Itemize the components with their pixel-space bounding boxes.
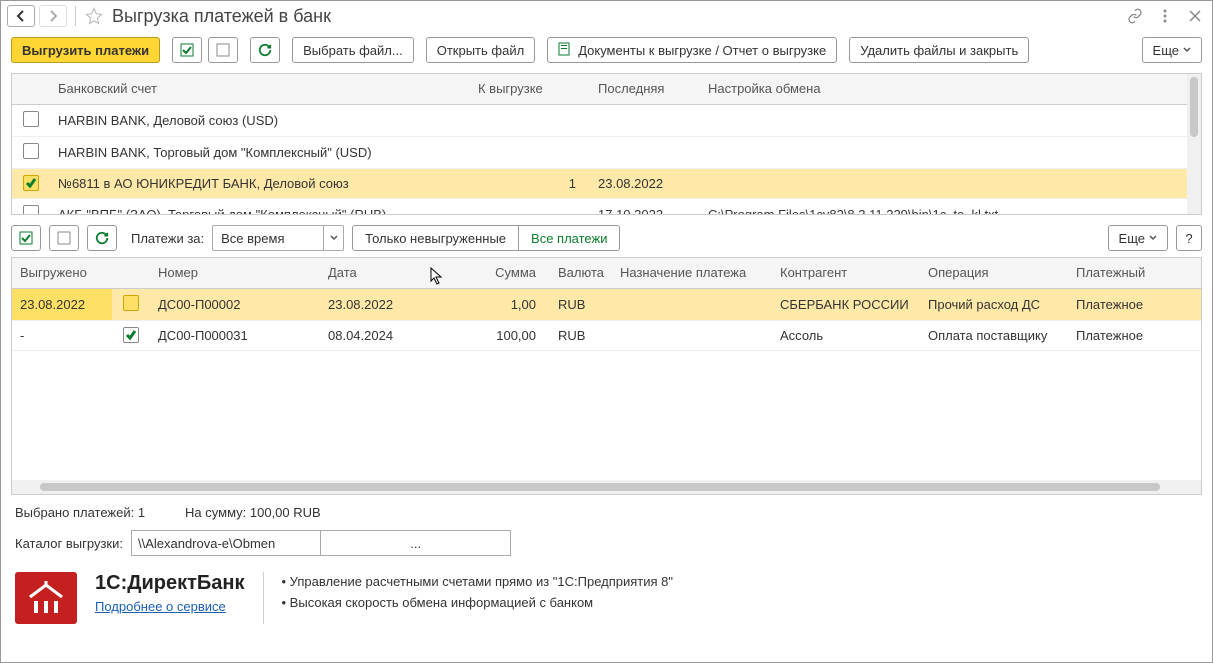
- checkbox[interactable]: [123, 327, 139, 343]
- col-paydoc[interactable]: Платежный: [1068, 258, 1201, 288]
- col-counterparty[interactable]: Контрагент: [772, 258, 920, 288]
- col-uploaded[interactable]: Выгружено: [12, 258, 112, 288]
- scrollbar-horizontal[interactable]: [12, 480, 1201, 494]
- table-row[interactable]: 23.08.2022ДС00-П0000223.08.20221,00RUBСБ…: [12, 288, 1201, 320]
- period-select[interactable]: Все время: [212, 225, 344, 251]
- document-icon: [558, 42, 572, 59]
- payments-table[interactable]: Выгружено Номер Дата Сумма Валюта Назнач…: [11, 257, 1202, 495]
- seg-all[interactable]: Все платежи: [518, 226, 619, 250]
- favorite-icon[interactable]: [84, 6, 104, 26]
- selected-count: Выбрано платежей: 1: [15, 505, 145, 520]
- chevron-down-icon: [323, 226, 343, 250]
- col-account[interactable]: Банковский счет: [50, 74, 470, 104]
- banner-title: 1С:ДиректБанк: [95, 572, 245, 595]
- filter-segment: Только невыгруженные Все платежи: [352, 225, 620, 251]
- directbank-logo: [15, 572, 77, 624]
- select-all-payments-button[interactable]: [11, 225, 41, 251]
- period-label: Платежи за:: [131, 231, 204, 246]
- checkbox[interactable]: [123, 295, 139, 311]
- accounts-table[interactable]: Банковский счет К выгрузке Последняя Нас…: [11, 73, 1202, 215]
- forward-button[interactable]: [39, 5, 67, 27]
- table-row[interactable]: -ДС00-П00003108.04.2024100,00RUBАссольОп…: [12, 320, 1201, 350]
- banner-link[interactable]: Подробнее о сервисе: [95, 599, 245, 614]
- docs-report-button[interactable]: Документы к выгрузке / Отчет о выгрузке: [547, 37, 837, 63]
- directory-label: Каталог выгрузки:: [15, 536, 123, 551]
- col-purpose[interactable]: Назначение платежа: [612, 258, 772, 288]
- selected-sum: На сумму: 100,00 RUB: [185, 505, 321, 520]
- table-row[interactable]: №6811 в АО ЮНИКРЕДИТ БАНК, Деловой союз1…: [12, 168, 1201, 198]
- browse-button[interactable]: ...: [320, 531, 510, 555]
- refresh-payments-button[interactable]: [87, 225, 117, 251]
- link-icon[interactable]: [1124, 5, 1146, 27]
- col-operation[interactable]: Операция: [920, 258, 1068, 288]
- choose-file-button[interactable]: Выбрать файл...: [292, 37, 414, 63]
- table-row[interactable]: HARBIN BANK, Деловой союз (USD): [12, 104, 1201, 136]
- col-config[interactable]: Настройка обмена: [700, 74, 1201, 104]
- help-button[interactable]: ?: [1176, 225, 1202, 251]
- checkbox[interactable]: [23, 111, 39, 127]
- col-last[interactable]: Последняя: [590, 74, 700, 104]
- more-payments-button[interactable]: Еще: [1108, 225, 1168, 251]
- scrollbar-vertical[interactable]: [1187, 74, 1201, 214]
- delete-close-button[interactable]: Удалить файлы и закрыть: [849, 37, 1029, 63]
- refresh-button[interactable]: [250, 37, 280, 63]
- checkbox[interactable]: [23, 143, 39, 159]
- seg-not-uploaded[interactable]: Только невыгруженные: [353, 226, 518, 250]
- open-file-button[interactable]: Открыть файл: [426, 37, 535, 63]
- table-row[interactable]: HARBIN BANK, Торговый дом "Комплексный" …: [12, 136, 1201, 168]
- checkbox[interactable]: [23, 205, 39, 216]
- page-title: Выгрузка платежей в банк: [112, 6, 1120, 27]
- checkbox[interactable]: [23, 175, 39, 191]
- col-currency[interactable]: Валюта: [550, 258, 612, 288]
- col-date[interactable]: Дата: [320, 258, 420, 288]
- kebab-icon[interactable]: [1154, 5, 1176, 27]
- directory-input[interactable]: \\Alexandrova-e\Obmen ...: [131, 530, 511, 556]
- col-sum[interactable]: Сумма: [420, 258, 550, 288]
- banner-bullets: • Управление расчетными счетами прямо из…: [282, 572, 674, 614]
- back-button[interactable]: [7, 5, 35, 27]
- deselect-all-button[interactable]: [208, 37, 238, 63]
- col-to-upload[interactable]: К выгрузке: [470, 74, 590, 104]
- table-row[interactable]: АКБ "ВПБ" (ЗАО), Торговый дом "Комплексн…: [12, 198, 1201, 215]
- more-button[interactable]: Еще: [1142, 37, 1202, 63]
- close-icon[interactable]: [1184, 5, 1206, 27]
- col-number[interactable]: Номер: [150, 258, 320, 288]
- select-all-button[interactable]: [172, 37, 202, 63]
- upload-payments-button[interactable]: Выгрузить платежи: [11, 37, 160, 63]
- deselect-all-payments-button[interactable]: [49, 225, 79, 251]
